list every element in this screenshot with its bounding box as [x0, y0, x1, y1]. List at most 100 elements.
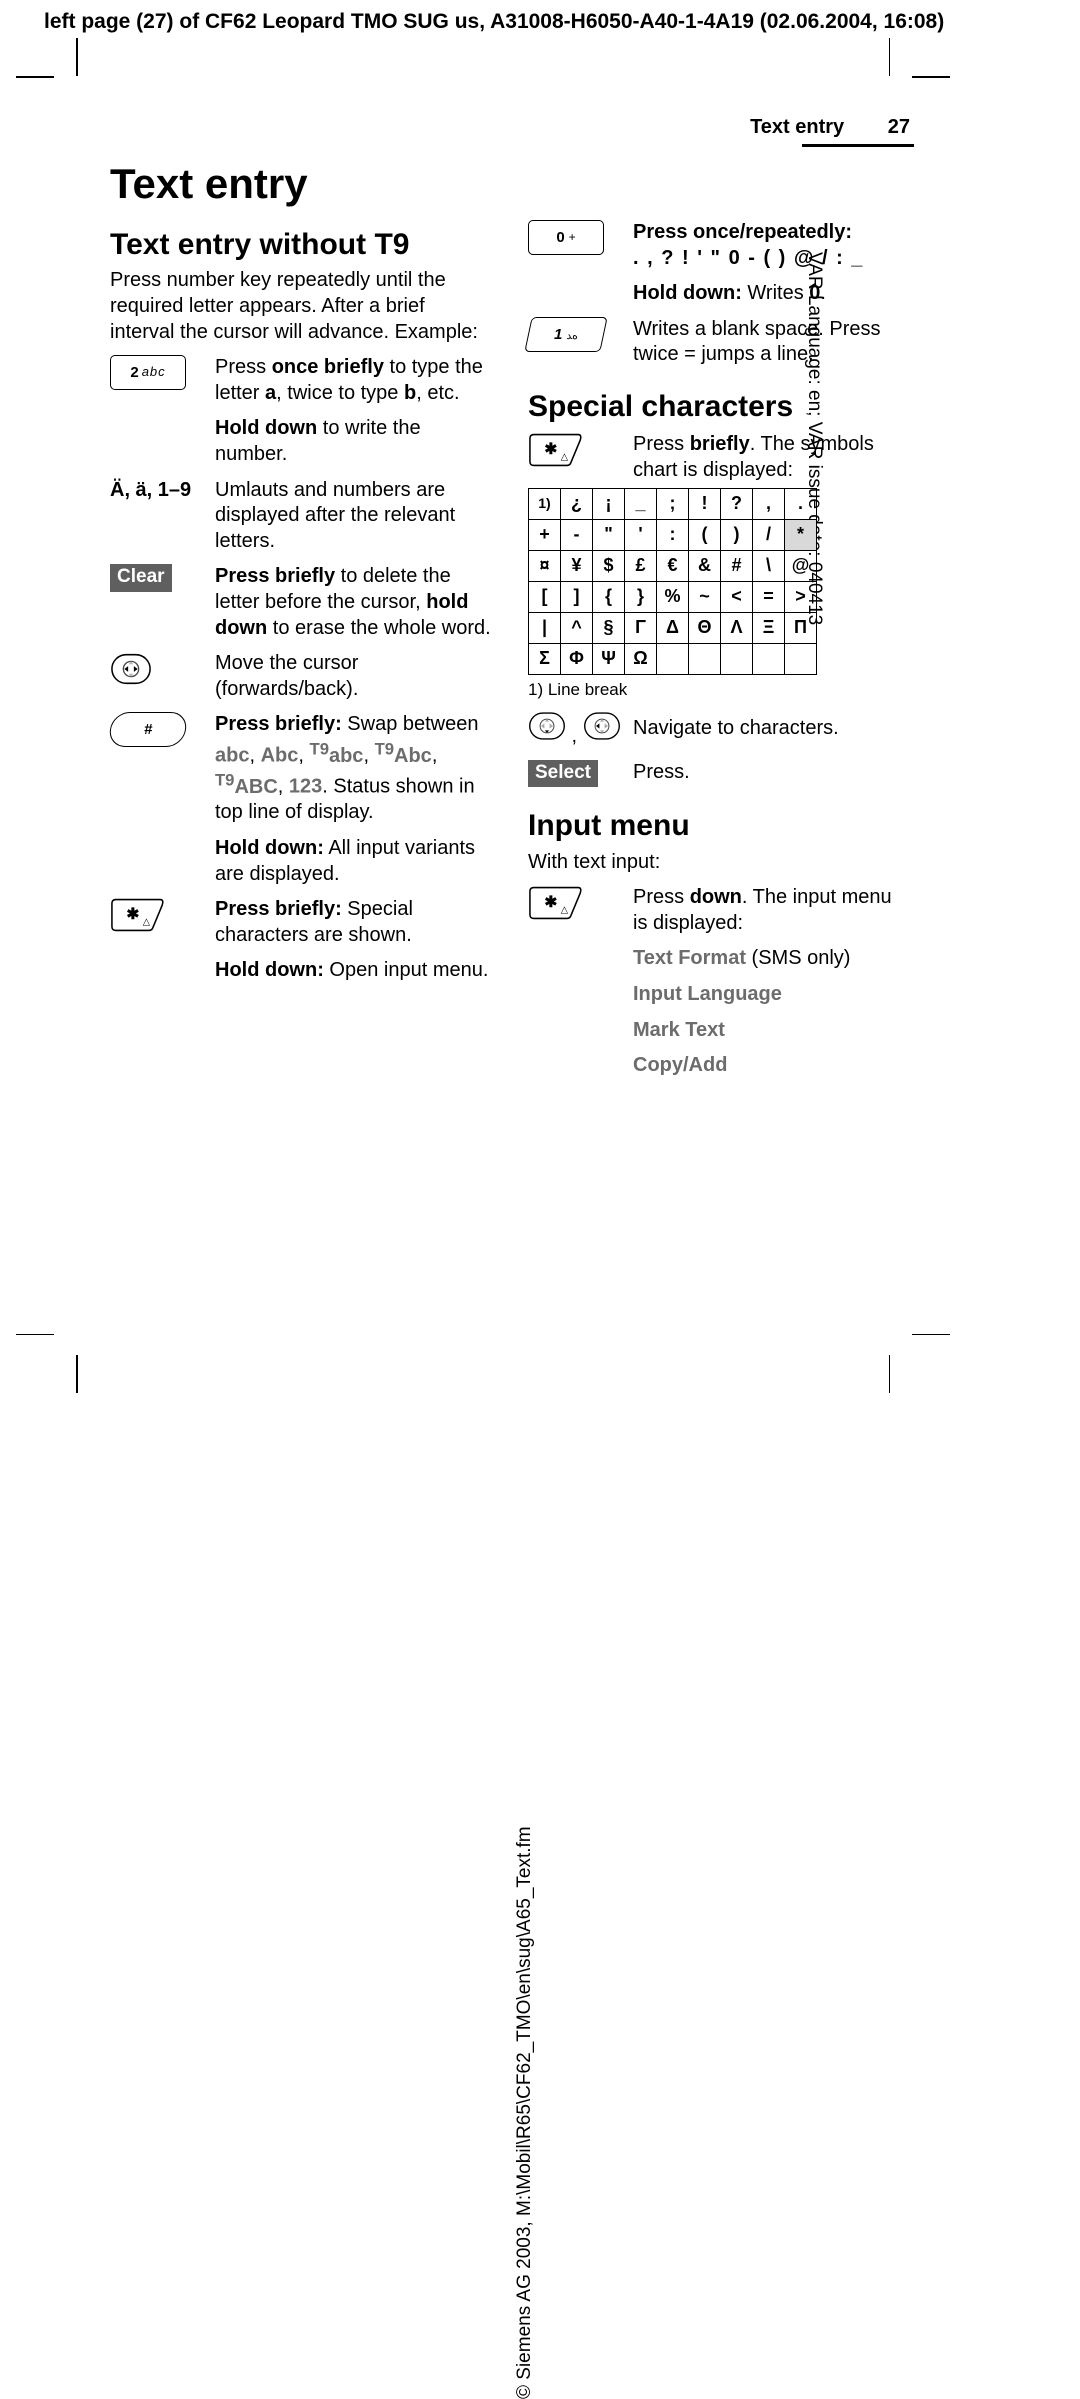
hash-text: Press briefly: Swap between abc, Abc, T9…: [215, 712, 492, 887]
symbol-cell: Ω: [625, 643, 657, 674]
select-text: Press.: [633, 760, 910, 787]
crop-mark: [16, 1334, 54, 1336]
intro-text: Press number key repeatedly until the re…: [110, 268, 492, 345]
symbol-cell: /: [753, 519, 785, 550]
softkey-clear: Clear: [110, 564, 172, 591]
symbol-cell: <: [721, 581, 753, 612]
symbol-cell: \: [753, 550, 785, 581]
heading-no-t9: Text entry without T9: [110, 226, 492, 264]
symbol-cell: |: [529, 612, 561, 643]
key-hash: #: [108, 712, 189, 747]
symbol-cell: [753, 643, 785, 674]
svg-text:△: △: [561, 452, 569, 463]
key-2-abc: 2 abc: [110, 355, 186, 390]
symbol-cell: .: [785, 488, 817, 519]
symbol-cell: >: [785, 581, 817, 612]
symbol-cell: Λ: [721, 612, 753, 643]
symbol-cell: [785, 643, 817, 674]
clear-text: Press briefly to delete the letter befor…: [215, 564, 492, 641]
symbol-cell: !: [689, 488, 721, 519]
symbol-cell: 1): [529, 488, 561, 519]
crop-mark: [76, 38, 78, 76]
symbol-cell: ': [625, 519, 657, 550]
symbol-cell: [689, 643, 721, 674]
symbol-cell: ): [721, 519, 753, 550]
umlaut-label: Ä, ä, 1–9: [110, 478, 215, 555]
symbol-cell: [: [529, 581, 561, 612]
crop-mark: [912, 1334, 950, 1336]
symbol-cell: Σ: [529, 643, 561, 674]
symbol-cell: ": [593, 519, 625, 550]
crop-mark: [76, 1355, 78, 1393]
crop-mark: [16, 76, 54, 78]
symbol-cell: =: [753, 581, 785, 612]
symbol-cell: ?: [721, 488, 753, 519]
key-star-icon: ✱ △: [110, 897, 166, 933]
one-text: Writes a blank space. Press twice = jump…: [633, 317, 910, 368]
symbol-cell: Ψ: [593, 643, 625, 674]
symbol-cell: ¥: [561, 550, 593, 581]
running-section: Text entry: [750, 116, 882, 138]
special-intro: Press briefly. The symbols chart is disp…: [633, 432, 910, 483]
svg-text:✱: ✱: [544, 441, 557, 458]
input-menu-intro: With text input:: [528, 850, 910, 876]
softkey-select: Select: [528, 760, 598, 787]
symbol-cell: -: [561, 519, 593, 550]
symbol-cell: Π: [785, 612, 817, 643]
nav-key-icon: [528, 710, 566, 742]
running-head-rule: [802, 144, 914, 147]
side-note-left: © Siemens AG 2003, M:\Mobil\R65\CF62_TMO…: [514, 1399, 536, 2399]
nav-left-right-text: Move the cursor (forwards/back).: [215, 651, 492, 702]
symbol-cell: €: [657, 550, 689, 581]
symbol-cell: {: [593, 581, 625, 612]
symbol-cell: §: [593, 612, 625, 643]
symbol-cell: [657, 643, 689, 674]
symbol-cell: #: [721, 550, 753, 581]
nav-key-icon: [110, 651, 152, 687]
table-footnote: 1) Line break: [528, 679, 910, 701]
symbol-cell: ,: [753, 488, 785, 519]
nav-key-icon: [583, 710, 621, 742]
symbol-cell: Θ: [689, 612, 721, 643]
key-0: 0 +: [528, 220, 604, 255]
running-head: Text entry 27: [750, 116, 910, 139]
symbol-cell: Ξ: [753, 612, 785, 643]
star-text: Press briefly: Special characters are sh…: [215, 897, 492, 984]
svg-text:✱: ✱: [544, 894, 557, 911]
umlaut-text: Umlauts and numbers are displayed after …: [215, 478, 492, 555]
symbol-cell: ^: [561, 612, 593, 643]
page-header: left page (27) of CF62 Leopard TMO SUG u…: [44, 10, 944, 34]
symbol-cell: ¤: [529, 550, 561, 581]
symbol-cell: ;: [657, 488, 689, 519]
symbol-cell: ~: [689, 581, 721, 612]
symbol-cell: }: [625, 581, 657, 612]
key-2-text: Press once briefly to type the letter a,…: [215, 355, 492, 467]
symbol-cell: Φ: [561, 643, 593, 674]
right-column: 0 + Press once/repeatedly: . , ? ! ' " 0…: [528, 214, 910, 1079]
symbol-cell: $: [593, 550, 625, 581]
symbol-cell: ¡: [593, 488, 625, 519]
symbol-cell: *: [785, 519, 817, 550]
symbol-cell: :: [657, 519, 689, 550]
left-column: Text entry without T9 Press number key r…: [110, 214, 492, 1079]
page-title: Text entry: [110, 160, 910, 208]
symbol-cell: _: [625, 488, 657, 519]
heading-input-menu: Input menu: [528, 807, 910, 845]
symbol-cell: Γ: [625, 612, 657, 643]
symbol-cell: £: [625, 550, 657, 581]
symbol-cell: (: [689, 519, 721, 550]
navigate-text: Navigate to characters.: [633, 710, 910, 750]
key-star-icon: ✱ △: [528, 432, 584, 468]
special-characters-table: 1)¿¡_;!?,.+-"':()/*¤¥$£€&#\@[]{}%~<=>|^§…: [528, 488, 817, 675]
input-menu-text: Press down. The input menu is displayed:…: [633, 885, 910, 1079]
svg-text:✱: ✱: [126, 906, 139, 923]
symbol-cell: ¿: [561, 488, 593, 519]
key-star-icon: ✱ △: [528, 885, 584, 921]
symbol-cell: [721, 643, 753, 674]
symbol-cell: @: [785, 550, 817, 581]
running-page: 27: [888, 116, 910, 138]
symbol-cell: +: [529, 519, 561, 550]
heading-special: Special characters: [528, 388, 910, 426]
svg-text:△: △: [561, 905, 569, 916]
zero-text: Press once/repeatedly: . , ? ! ' " 0 - (…: [633, 220, 910, 307]
